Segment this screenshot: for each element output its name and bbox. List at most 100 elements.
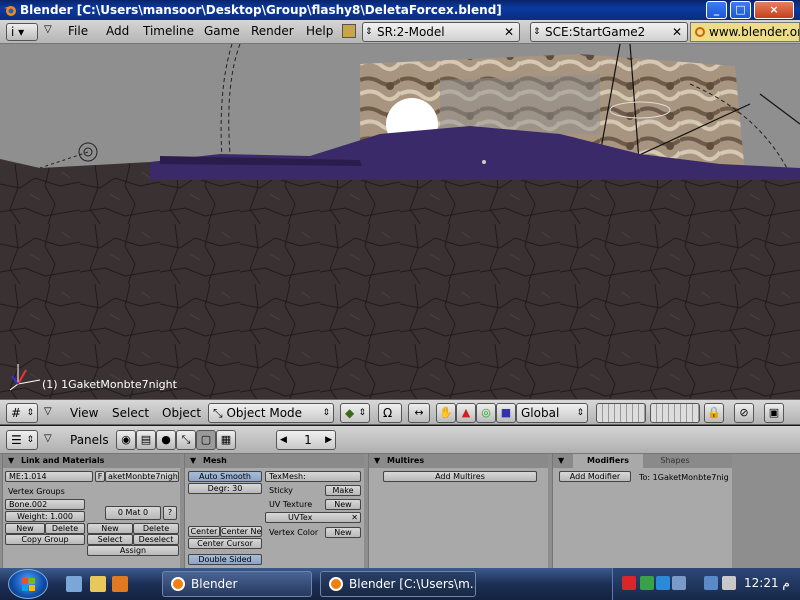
editor-type-button[interactable]: i ▾: [6, 23, 38, 41]
menu-render[interactable]: Render: [251, 24, 294, 38]
menu-game[interactable]: Game: [204, 24, 240, 38]
material-new-button[interactable]: New: [87, 523, 133, 534]
copy-group-button[interactable]: Copy Group: [5, 534, 85, 545]
editing-context-icon[interactable]: ▢: [196, 430, 216, 450]
start-button[interactable]: [8, 569, 48, 599]
blender-url-icon: [695, 27, 705, 37]
object-context-icon[interactable]: ⤡: [176, 430, 196, 450]
network-icon[interactable]: [704, 576, 718, 590]
menu-select[interactable]: Select: [112, 406, 149, 420]
clock[interactable]: 12:21 م: [744, 576, 790, 590]
menu-object[interactable]: Object: [162, 406, 201, 420]
screen-browse-icon[interactable]: [342, 24, 356, 38]
explorer-icon[interactable]: [90, 576, 106, 592]
mesh-panel-title[interactable]: ▼ Mesh: [185, 454, 364, 468]
transform-manipulator-icon[interactable]: ↔: [408, 403, 430, 423]
script-context-icon[interactable]: ▤: [136, 430, 156, 450]
object-name-field[interactable]: aketMonbte7night: [105, 471, 179, 482]
add-multires-button[interactable]: Add Multires: [383, 471, 537, 482]
mesh-name-field[interactable]: ME:1.014: [5, 471, 93, 482]
add-modifier-button[interactable]: Add Modifier: [559, 471, 631, 482]
blender-url[interactable]: www.blender.org: [690, 22, 800, 42]
3d-viewport[interactable]: (1) 1GaketMonbte7night: [0, 44, 800, 399]
scene-context-icon[interactable]: ▦: [216, 430, 236, 450]
media-player-icon[interactable]: [112, 576, 128, 592]
layer-buttons-2[interactable]: [650, 403, 700, 423]
material-delete-button[interactable]: Delete: [133, 523, 179, 534]
draw-type-selector[interactable]: ◆ ⇕: [340, 403, 370, 423]
vertex-group-selector[interactable]: Bone.002: [5, 499, 85, 510]
close-button[interactable]: ×: [754, 1, 794, 19]
uvtex-slot[interactable]: UVTex ✕: [265, 512, 361, 523]
rotate-icon[interactable]: ◎: [476, 403, 496, 423]
hand-manipulator-icon[interactable]: ✋: [436, 403, 456, 423]
mode-selector[interactable]: ⤡ Object Mode ⇕: [208, 403, 334, 423]
auto-smooth-toggle[interactable]: Auto Smooth: [188, 471, 262, 482]
render-icon[interactable]: ▣: [764, 403, 784, 423]
multires-panel-title[interactable]: ▼ Multires: [369, 454, 548, 468]
link-materials-panel: ▼ Link and Materials ME:1.014 F aketMonbt…: [2, 454, 180, 568]
link-panel-title[interactable]: ▼ Link and Materials: [3, 454, 180, 468]
menu-file[interactable]: File: [68, 24, 88, 38]
material-help-button[interactable]: ?: [163, 506, 177, 520]
fake-user-toggle[interactable]: F: [95, 471, 105, 482]
material-deselect-button[interactable]: Deselect: [133, 534, 179, 545]
view-editor-type-button[interactable]: # ⇕: [6, 403, 38, 423]
center-button[interactable]: Center: [188, 526, 220, 537]
frame-field[interactable]: ◀ 1 ▶: [276, 430, 336, 450]
show-desktop-icon[interactable]: [66, 576, 82, 592]
vgroup-delete-button[interactable]: Delete: [45, 523, 85, 534]
minimize-button[interactable]: _: [706, 1, 727, 19]
kaspersky-icon[interactable]: [622, 576, 636, 590]
scene-delete-icon[interactable]: ✕: [669, 24, 685, 40]
screen-delete-icon[interactable]: ✕: [501, 24, 517, 40]
taskbar-item-blender-file-label: Blender [C:\Users\m...: [349, 577, 476, 591]
scale-icon[interactable]: ■: [496, 403, 516, 423]
view-header-collapse-icon[interactable]: ▽: [44, 406, 52, 417]
vertex-color-new-button[interactable]: New: [325, 527, 361, 538]
lock-icon[interactable]: 🔒: [704, 403, 724, 423]
link-icon[interactable]: ⊘: [734, 403, 754, 423]
volume-icon[interactable]: [722, 576, 736, 590]
modifier-target-label: To: 1GaketMonbte7nig: [639, 473, 729, 482]
weight-field[interactable]: Weight: 1.000: [5, 511, 85, 522]
uvtex-delete-icon[interactable]: ✕: [351, 513, 358, 522]
screen-selector[interactable]: ⇕ SR:2-Model ✕: [362, 22, 520, 42]
taskbar-item-blender[interactable]: Blender: [162, 571, 312, 597]
uv-texture-new-button[interactable]: New: [325, 499, 361, 510]
center-cursor-button[interactable]: Center Cursor: [188, 538, 262, 549]
taskbar-item-blender-file[interactable]: Blender [C:\Users\m...: [320, 571, 476, 597]
menu-timeline[interactable]: Timeline: [143, 24, 194, 38]
orientation-selector[interactable]: Global ⇕: [516, 403, 588, 423]
maximize-button[interactable]: □: [730, 1, 751, 19]
translate-icon[interactable]: ▲: [456, 403, 476, 423]
menu-view[interactable]: View: [70, 406, 98, 420]
pivot-selector[interactable]: Ω: [378, 403, 402, 423]
tab-shapes[interactable]: Shapes: [645, 454, 705, 468]
tray-monitor-icon[interactable]: [672, 576, 686, 590]
center-new-button[interactable]: Center New: [220, 526, 262, 537]
vgroup-new-button[interactable]: New: [5, 523, 45, 534]
degr-field[interactable]: Degr: 30: [188, 483, 262, 494]
draw-type-icon: ◆: [345, 406, 355, 420]
3d-view-header: # ⇕ ▽ View Select Object ⤡ Object Mode ⇕ ◆…: [0, 399, 800, 425]
buttons-collapse-icon[interactable]: ▽: [44, 433, 52, 444]
tray-app-icon[interactable]: [640, 576, 654, 590]
header-collapse-icon[interactable]: ▽: [44, 24, 52, 35]
buttons-editor-type[interactable]: ☰ ⇕: [6, 430, 38, 450]
logic-context-icon[interactable]: ◉: [116, 430, 136, 450]
screen-name: SR:2-Model: [377, 25, 445, 39]
tab-modifiers[interactable]: Modifiers: [573, 454, 643, 468]
material-assign-button[interactable]: Assign: [87, 545, 179, 556]
texmesh-field[interactable]: TexMesh:: [265, 471, 361, 482]
material-index-field[interactable]: 0 Mat 0: [105, 506, 161, 520]
menu-help[interactable]: Help: [306, 24, 333, 38]
sticky-make-button[interactable]: Make: [325, 485, 361, 496]
material-select-button[interactable]: Select: [87, 534, 133, 545]
double-sided-toggle[interactable]: Double Sided: [188, 554, 262, 565]
shading-context-icon[interactable]: ●: [156, 430, 176, 450]
scene-selector[interactable]: ⇕ SCE:StartGame2 ✕: [530, 22, 688, 42]
xear-3d-icon[interactable]: [656, 576, 670, 590]
menu-add[interactable]: Add: [106, 24, 129, 38]
layer-buttons-1[interactable]: [596, 403, 646, 423]
